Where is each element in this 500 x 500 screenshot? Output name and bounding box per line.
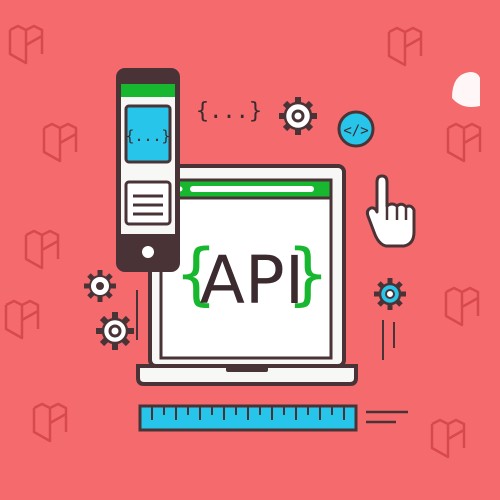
gear-icon (96, 312, 134, 350)
phone (116, 68, 180, 272)
phone-code-text: {...} (125, 127, 170, 145)
gear-icon (84, 270, 116, 302)
right-brace: } (286, 235, 329, 314)
code-badge-text: </> (343, 123, 368, 139)
pointing-hand-icon (365, 174, 416, 248)
floating-code-text: {...} (196, 99, 262, 124)
ruler-icon (138, 404, 408, 432)
gear-icon (374, 278, 406, 310)
devices-illustration: { API } {...} {...} </> (84, 68, 416, 432)
api-illustration: { API } {...} {...} </> (0, 0, 500, 500)
gear-icon (279, 97, 317, 135)
